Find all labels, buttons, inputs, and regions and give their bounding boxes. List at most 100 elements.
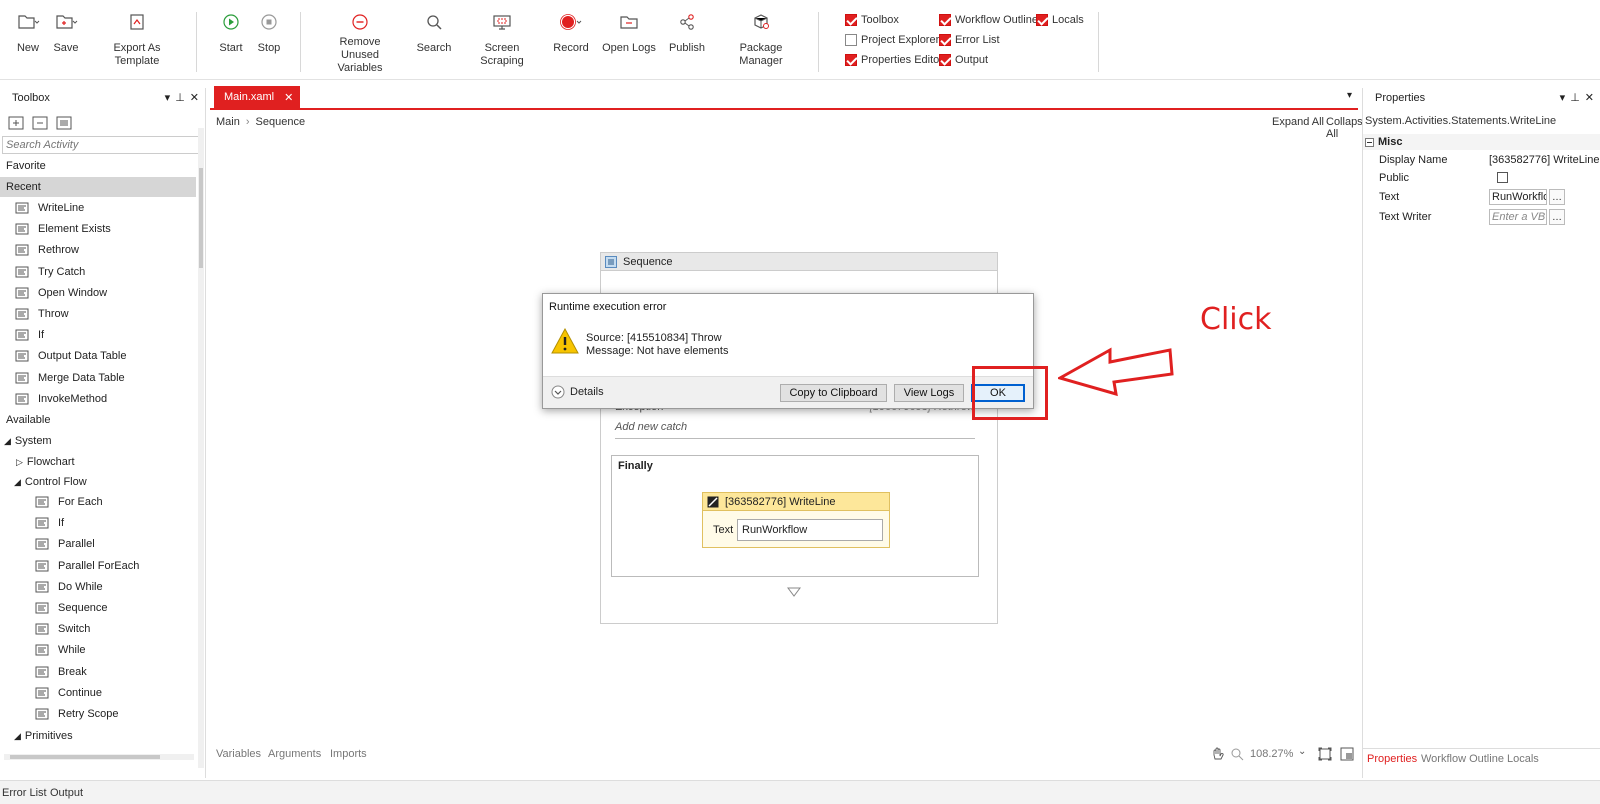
toolbox-horizontal-scrollbar[interactable] (4, 754, 194, 760)
properties-category-misc[interactable]: Misc (1363, 134, 1600, 150)
save-button[interactable]: Save (48, 10, 84, 55)
display-name-value[interactable]: [363582776] WriteLine (1489, 154, 1599, 166)
tree-primitives[interactable]: ◢ Primitives (0, 726, 73, 746)
pin-icon[interactable]: ⊥ (1570, 91, 1580, 104)
start-button[interactable]: Start (216, 10, 246, 55)
expand-all-icon[interactable] (8, 116, 24, 130)
workflow-outline-tab[interactable]: Workflow Outline (1421, 753, 1504, 765)
toggle-locals-panel[interactable]: Locals (1036, 13, 1084, 27)
public-checkbox[interactable] (1497, 172, 1508, 183)
toolbox-activity-item[interactable]: Open Window (0, 283, 107, 303)
close-tab-icon[interactable]: ✕ (284, 91, 293, 104)
text-writer-expression-editor-button[interactable]: … (1549, 209, 1565, 225)
writeline-activity[interactable]: [363582776] WriteLine Text RunWorkflow (702, 492, 890, 548)
toolbox-activity-item[interactable]: While (0, 640, 86, 660)
toolbox-activity-item[interactable]: Merge Data Table (0, 368, 125, 388)
toolbox-activity-item[interactable]: Break (0, 662, 87, 682)
toolbox-activity-item[interactable]: Throw (0, 304, 69, 324)
minus-circle-icon (345, 10, 375, 34)
properties-tab[interactable]: Properties (1367, 753, 1417, 765)
zoom-level[interactable]: 108.27% (1250, 748, 1293, 760)
breadcrumb-main[interactable]: Main (216, 116, 240, 128)
tab-main-xaml[interactable]: Main.xaml ✕ (214, 86, 300, 108)
export-template-button[interactable]: Export As Template (92, 10, 182, 68)
expand-all-link[interactable]: Expand All (1272, 116, 1324, 128)
text-expression-editor-button[interactable]: … (1549, 189, 1565, 205)
copy-to-clipboard-button[interactable]: Copy to Clipboard (780, 384, 887, 402)
view-logs-button[interactable]: View Logs (894, 384, 964, 402)
annotation-arrow-icon (1058, 344, 1182, 398)
toolbox-activity-item[interactable]: Retry Scope (0, 704, 119, 724)
toolbox-activity-item[interactable]: Parallel (0, 534, 95, 554)
toolbox-available-group[interactable]: Available (0, 410, 50, 430)
variables-tab[interactable]: Variables (216, 748, 261, 760)
pan-hand-icon[interactable] (1210, 747, 1224, 761)
toolbox-activity-item[interactable]: Do While (0, 577, 103, 597)
publish-button[interactable]: Publish (666, 10, 708, 55)
dropdown-icon[interactable]: ▾ (165, 91, 171, 104)
toolbox-activity-item[interactable]: Parallel ForEach (0, 556, 139, 576)
toggle-workflow-outline-panel[interactable]: Workflow Outline (939, 13, 1038, 27)
add-new-catch[interactable]: Add new catch (615, 421, 975, 439)
zoom-icon[interactable] (1230, 747, 1244, 761)
fit-to-screen-icon[interactable] (1318, 747, 1332, 761)
tree-system[interactable]: ◢ System (0, 431, 52, 451)
toolbox-activity-item[interactable]: Rethrow (0, 240, 79, 260)
breadcrumb-sequence[interactable]: Sequence (256, 116, 306, 128)
toolbox-activity-item[interactable]: WriteLine (0, 198, 84, 218)
search-button[interactable]: Search (414, 10, 454, 55)
annotation-click-text: Click (1200, 302, 1272, 337)
details-toggle[interactable]: Details (551, 385, 604, 399)
tree-flowchart[interactable]: ▷ Flowchart (0, 452, 75, 472)
list-view-icon[interactable] (56, 116, 72, 130)
finally-block[interactable]: Finally [363582776] WriteLine Text RunWo… (611, 455, 979, 577)
locals-tab[interactable]: Locals (1507, 753, 1539, 765)
toolbox-activity-item[interactable]: If (0, 513, 64, 533)
toolbox-activity-item[interactable]: InvokeMethod (0, 389, 107, 409)
search-activity-input[interactable] (2, 136, 204, 154)
text-value-input[interactable]: RunWorkflow (1489, 189, 1547, 205)
toolbox-activity-item[interactable]: For Each (0, 492, 103, 512)
toggle-output-panel[interactable]: Output (939, 53, 988, 67)
record-button[interactable]: Record (550, 10, 592, 55)
writeline-text-input[interactable]: RunWorkflow (737, 519, 883, 541)
toolbox-activity-item[interactable]: Try Catch (0, 262, 85, 282)
stop-button[interactable]: Stop (254, 10, 284, 55)
close-icon[interactable]: ✕ (1585, 91, 1594, 104)
error-list-tab[interactable]: Error List (2, 787, 47, 799)
toolbox-activity-item[interactable]: Output Data Table (0, 346, 126, 366)
open-logs-button[interactable]: Open Logs (602, 10, 656, 55)
imports-tab[interactable]: Imports (330, 748, 367, 760)
package-manager-button[interactable]: Package Manager (718, 10, 804, 68)
dialog-source-text: Source: [415510834] Throw (586, 332, 722, 344)
toolbox-activity-item[interactable]: Sequence (0, 598, 108, 618)
dropdown-icon[interactable]: ▾ (1560, 91, 1566, 104)
tab-overflow-icon[interactable]: ▾ (1347, 90, 1352, 101)
screen-scraping-button[interactable]: Screen Scraping (464, 10, 540, 68)
zoom-dropdown-icon[interactable]: ⌄ (1298, 746, 1306, 757)
toggle-error-list-panel[interactable]: Error List (939, 33, 1000, 47)
toolbox-activity-item[interactable]: Switch (0, 619, 90, 639)
toolbox-activity-item[interactable]: If (0, 325, 44, 345)
new-button[interactable]: New (8, 10, 48, 55)
right-panel-tabs: Properties Workflow Outline Locals (1363, 748, 1600, 768)
toolbox-favorite-group[interactable]: Favorite (0, 156, 46, 176)
text-writer-input[interactable]: Enter a VB expression (1489, 209, 1547, 225)
pin-icon[interactable]: ⊥ (175, 91, 185, 104)
arguments-tab[interactable]: Arguments (268, 748, 321, 760)
workflow-designer-canvas[interactable]: Main › Sequence Expand All Collapse All … (210, 112, 1369, 762)
output-tab[interactable]: Output (50, 787, 83, 799)
activity-icon (34, 643, 50, 657)
toolbox-recent-group[interactable]: Recent (0, 177, 196, 197)
tree-control-flow[interactable]: ◢ Control Flow (0, 472, 87, 492)
overview-map-icon[interactable] (1340, 747, 1354, 761)
toolbox-activity-item[interactable]: Element Exists (0, 219, 111, 239)
remove-unused-variables-button[interactable]: Remove Unused Variables (320, 10, 400, 75)
toggle-project-explorer-panel[interactable]: Project Explorer (845, 33, 939, 47)
toggle-toolbox-panel[interactable]: Toolbox (845, 13, 899, 27)
toggle-properties-editor-panel[interactable]: Properties Editor (845, 53, 943, 67)
toolbox-activity-item[interactable]: Continue (0, 683, 102, 703)
collapse-all-icon[interactable] (32, 116, 48, 130)
close-icon[interactable]: ✕ (190, 91, 199, 104)
toolbox-scrollbar[interactable] (198, 128, 204, 768)
